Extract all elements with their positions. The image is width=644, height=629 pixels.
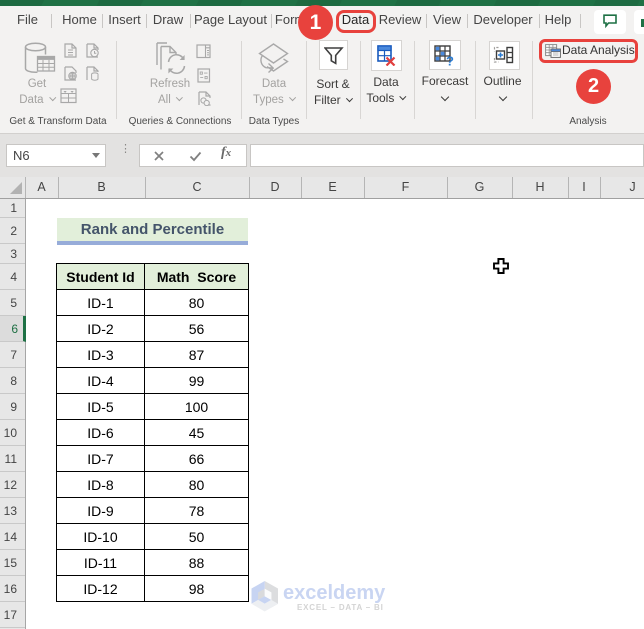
svg-text:?: ? — [446, 53, 454, 66]
